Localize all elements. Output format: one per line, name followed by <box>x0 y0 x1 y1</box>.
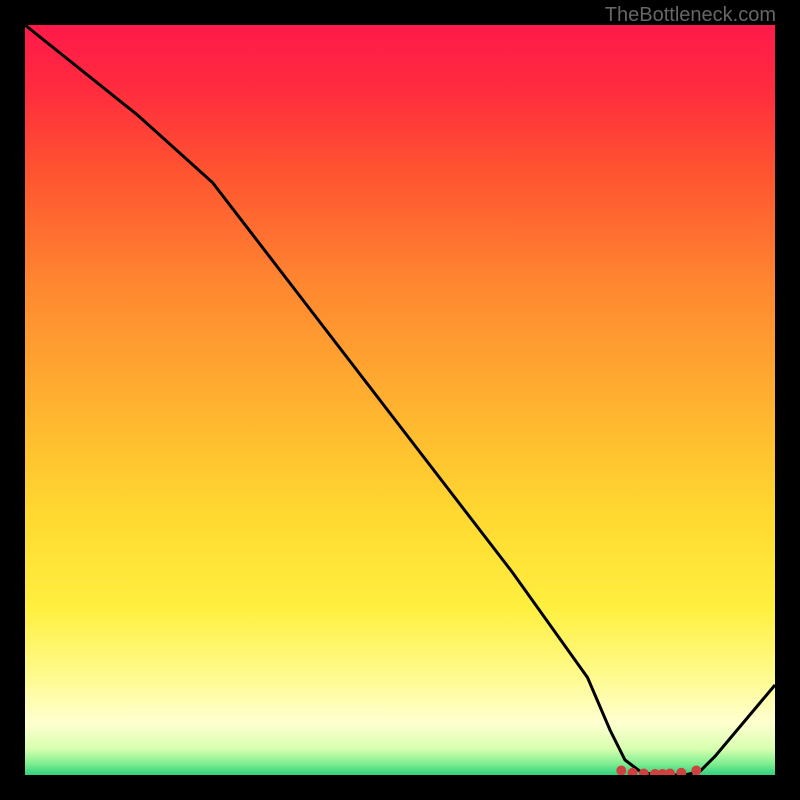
chart-container: TheBottleneck.com <box>0 0 800 800</box>
chart-svg <box>25 25 775 775</box>
plot-area <box>25 25 775 775</box>
gradient-background <box>25 25 775 775</box>
watermark-text: TheBottleneck.com <box>605 4 776 27</box>
